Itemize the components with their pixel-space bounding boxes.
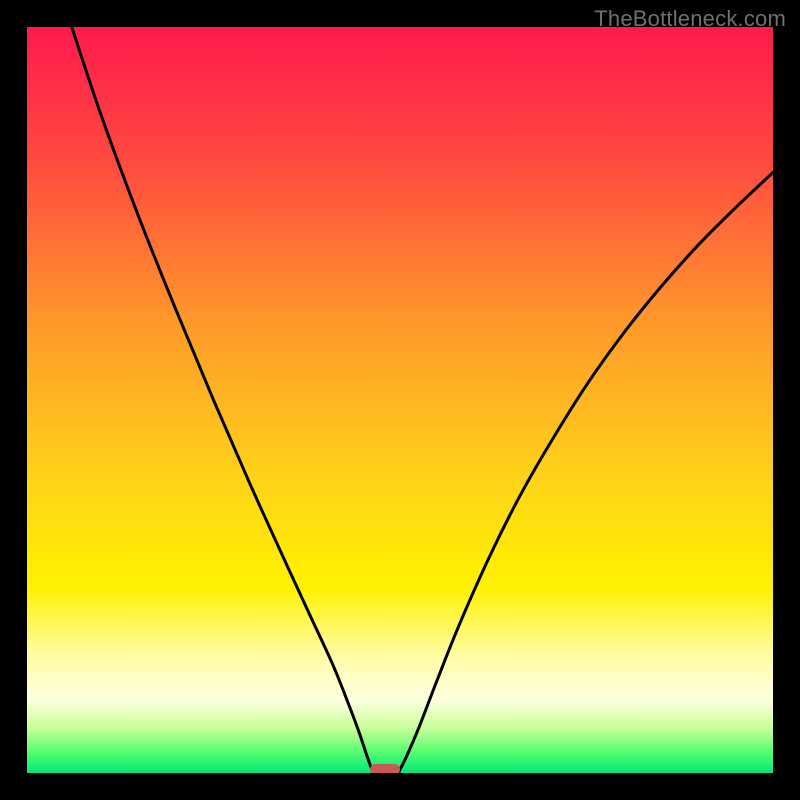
optimal-marker: [370, 764, 400, 773]
bottleneck-curve: [27, 27, 773, 773]
plot-area: [27, 27, 773, 773]
chart-frame: TheBottleneck.com: [0, 0, 800, 800]
watermark-text: TheBottleneck.com: [594, 6, 786, 32]
